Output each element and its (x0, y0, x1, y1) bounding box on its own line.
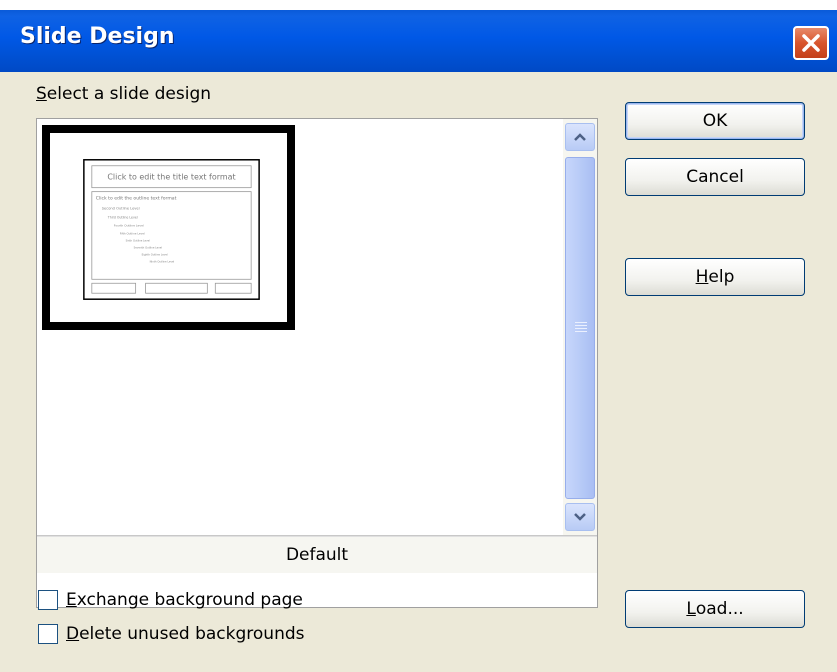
preview-outline-text: Click to edit the outline text format (96, 196, 177, 202)
close-icon (802, 34, 820, 52)
background-strip (0, 0, 837, 10)
preview-level-5: Fifth Outline Level (120, 231, 145, 235)
dialog-content: Select a slide design Click to edit the … (0, 72, 837, 672)
scroll-thumb[interactable] (565, 157, 595, 499)
chevron-up-icon (574, 133, 586, 141)
help-button[interactable]: Help (625, 258, 805, 296)
preview-level-7: Seventh Outline Level (134, 245, 163, 249)
cancel-button[interactable]: Cancel (625, 158, 805, 196)
design-thumbnail-default[interactable]: Click to edit the title text format Clic… (42, 125, 295, 330)
exchange-background-checkbox[interactable] (38, 590, 58, 610)
delete-unused-option[interactable]: Delete unused backgrounds (38, 624, 305, 644)
slide-preview: Click to edit the title text format Clic… (48, 131, 289, 324)
exchange-background-label: Exchange background page (66, 590, 303, 610)
slide-design-dialog: Slide Design Select a slide design Click… (0, 10, 837, 672)
preview-level-4: Fourth Outline Level (114, 224, 144, 228)
design-list-scrollbar[interactable] (563, 119, 597, 535)
scroll-grip-line (575, 322, 587, 323)
select-design-label: Select a slide design (36, 84, 212, 104)
preview-level-9: Ninth Outline Level (150, 259, 175, 263)
preview-level-8: Eighth Outline Level (142, 252, 168, 256)
chevron-down-icon (574, 513, 586, 521)
scroll-grip-line (575, 325, 587, 326)
title-bar[interactable]: Slide Design (0, 10, 837, 72)
preview-level-6: Sixth Outline Level (126, 238, 151, 242)
load-button[interactable]: Load... (625, 590, 805, 628)
ok-button[interactable]: OK (625, 102, 805, 140)
delete-unused-label: Delete unused backgrounds (66, 624, 305, 644)
scroll-grip-line (575, 331, 587, 332)
scroll-grip-line (575, 328, 587, 329)
dialog-title: Slide Design (20, 24, 175, 49)
design-list-area[interactable]: Click to edit the title text format Clic… (37, 119, 559, 535)
selected-design-caption: Default (37, 536, 597, 573)
scroll-up-button[interactable] (565, 123, 595, 151)
preview-title-text: Click to edit the title text format (107, 173, 235, 182)
close-button[interactable] (793, 26, 829, 60)
slide-preview-drawing: Click to edit the title text format Clic… (83, 159, 260, 300)
design-list[interactable]: Click to edit the title text format Clic… (36, 118, 598, 608)
scroll-down-button[interactable] (565, 503, 595, 531)
delete-unused-checkbox[interactable] (38, 624, 58, 644)
preview-level-2: Second Outline Level (102, 207, 140, 211)
exchange-background-option[interactable]: Exchange background page (38, 590, 303, 610)
preview-level-3: Third Outline Level (107, 216, 138, 220)
